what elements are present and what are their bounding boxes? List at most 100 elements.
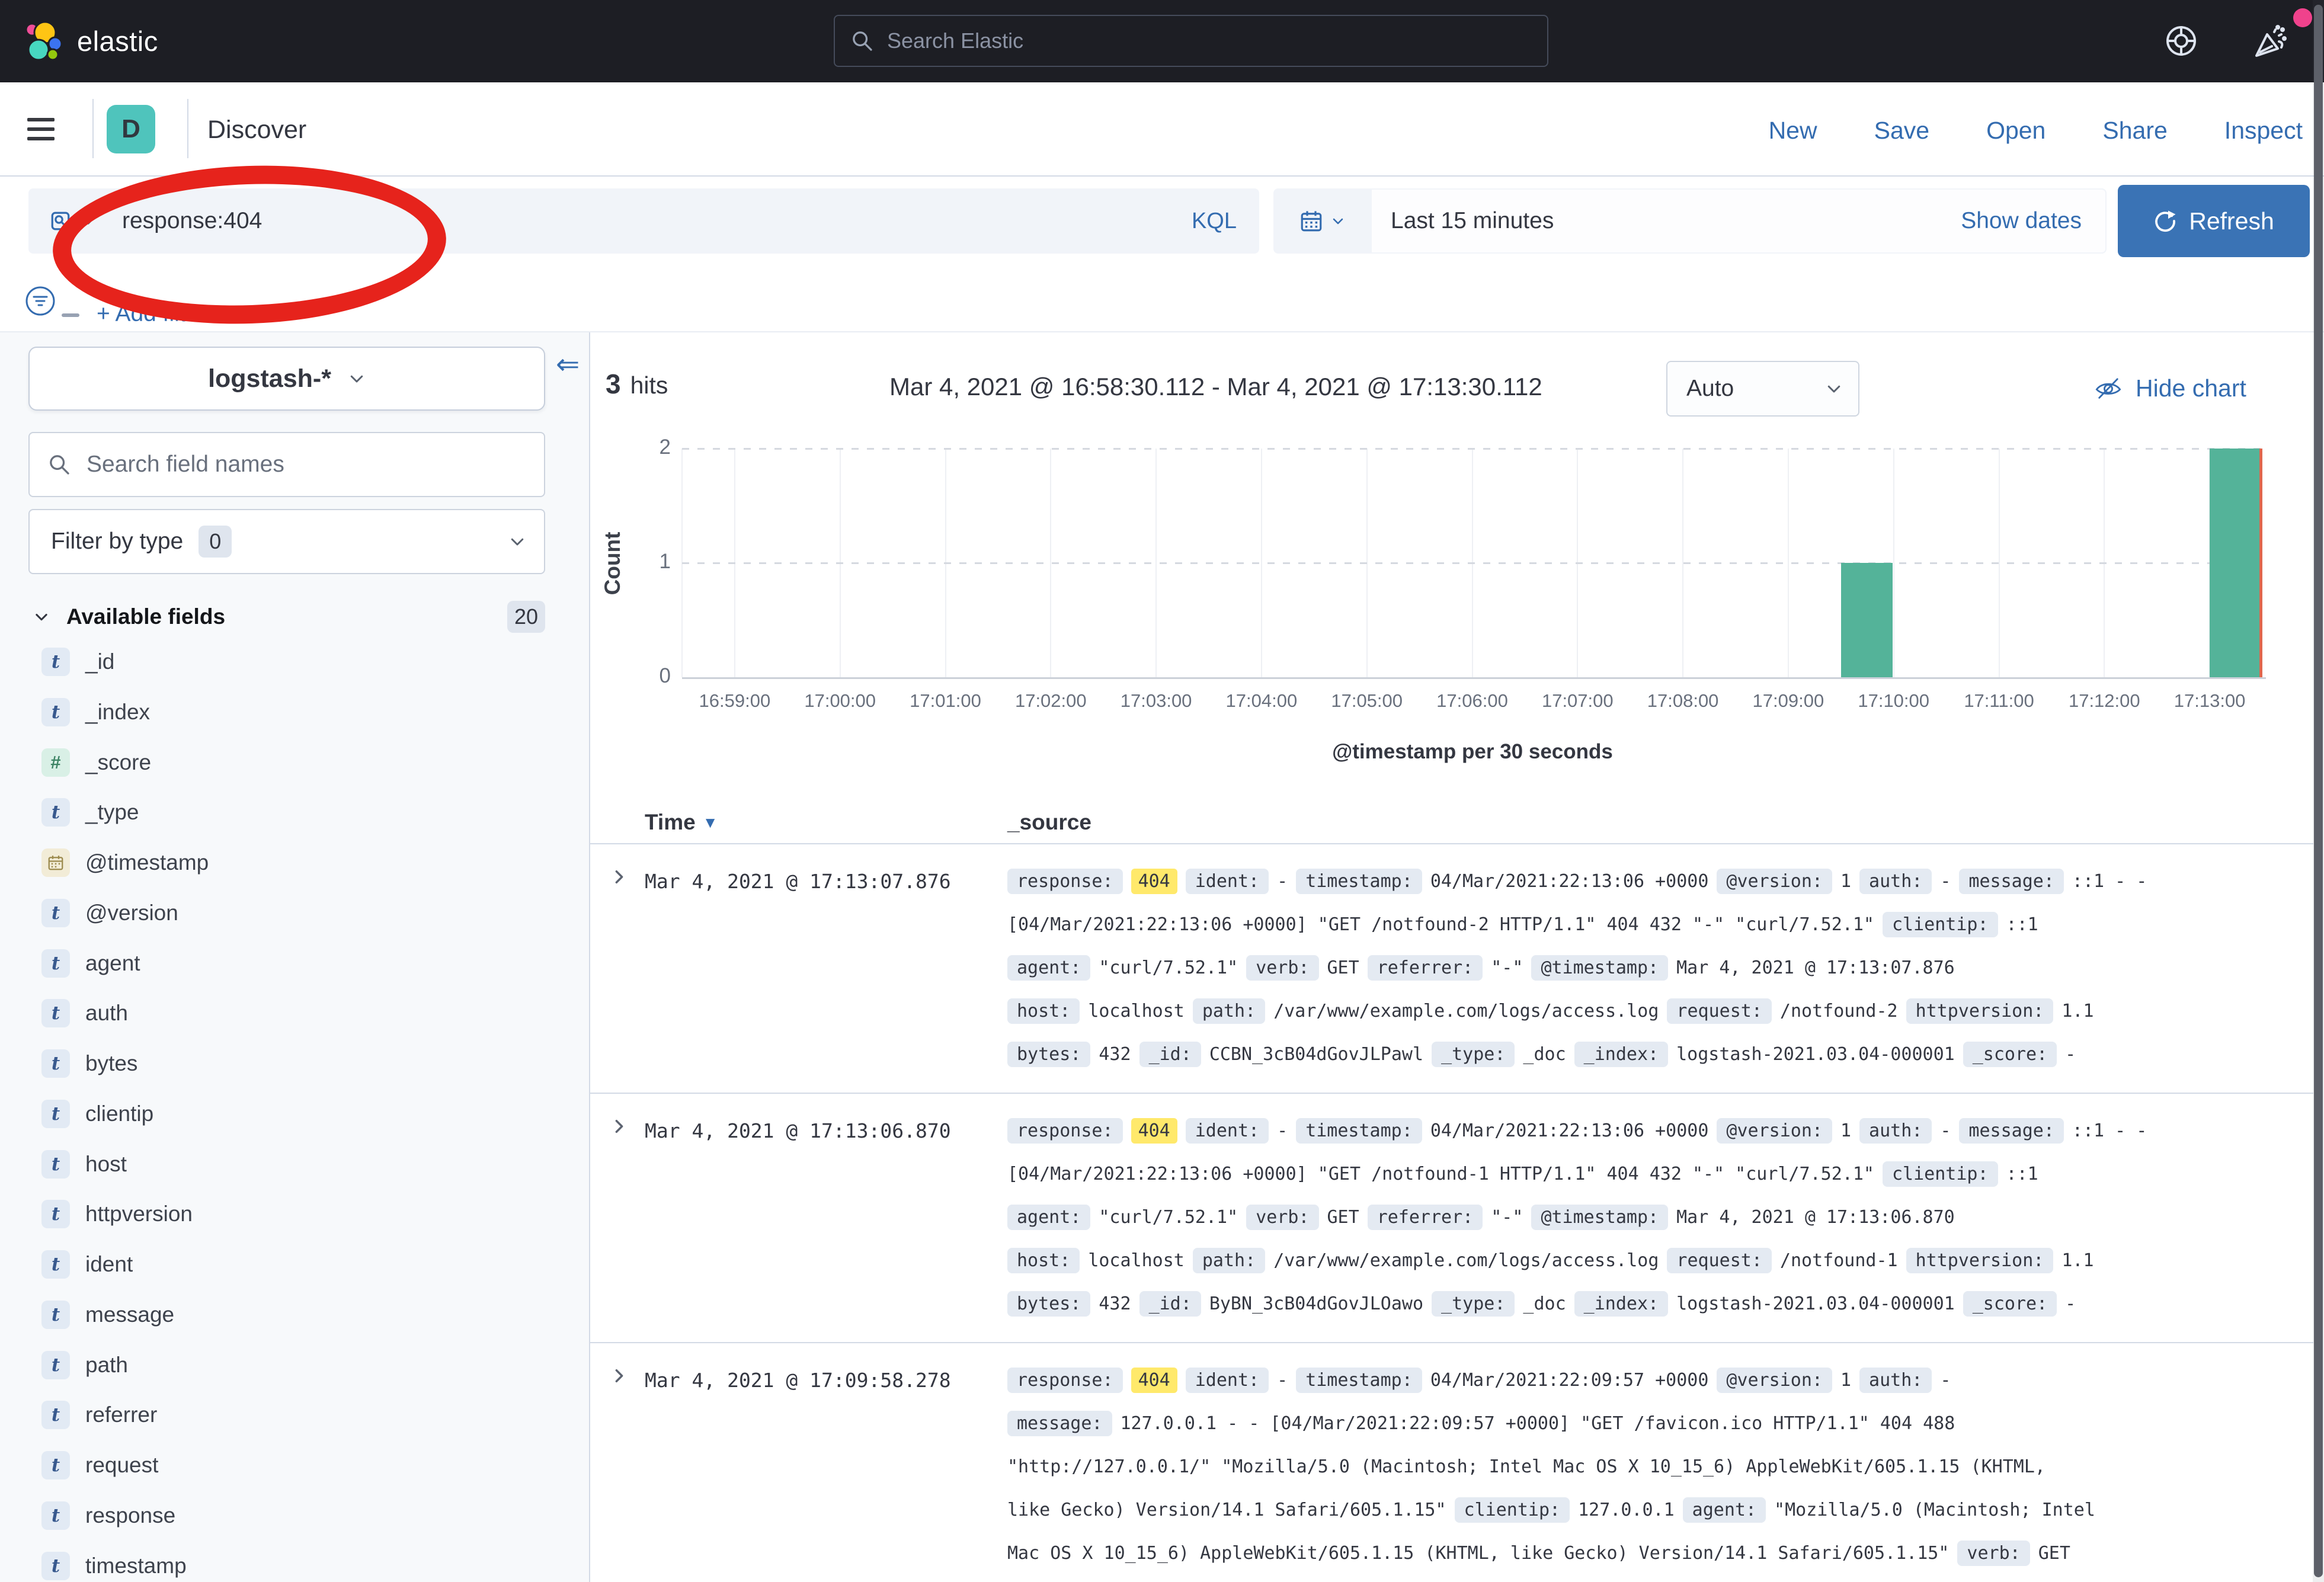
time-range-value[interactable]: Last 15 minutes: [1391, 208, 1554, 234]
elastic-logo[interactable]: elastic: [23, 20, 158, 62]
source-field-badge: @version:: [1717, 1118, 1832, 1144]
collapse-sidebar-icon[interactable]: ⇐: [556, 348, 580, 381]
source-field-badge: path:: [1193, 1248, 1265, 1273]
text-field-icon: t: [41, 1451, 70, 1479]
field-name: httpversion: [85, 1202, 193, 1226]
global-search-input[interactable]: Search Elastic: [834, 15, 1548, 67]
field-search-input[interactable]: Search field names: [28, 432, 545, 497]
source-value: 04/Mar/2021:22:09:57 +0000: [1430, 1370, 1709, 1391]
source-field-badge: _score:: [1963, 1291, 2057, 1317]
filter-icon[interactable]: [24, 284, 57, 318]
source-value: 1: [1840, 1370, 1851, 1391]
page-title: Discover: [207, 116, 306, 145]
source-value: GET: [1327, 957, 1359, 978]
y-axis-tick-label: 0: [621, 664, 671, 688]
search-icon: [47, 453, 71, 476]
expand-row-icon[interactable]: [610, 1367, 628, 1385]
available-fields-header[interactable]: Available fields 20: [33, 599, 545, 635]
source-value: 127.0.0.1 - - [04/Mar/2021:22:09:57 +000…: [1121, 1413, 1955, 1434]
index-pattern-select[interactable]: logstash-*: [28, 347, 545, 411]
help-icon[interactable]: [2164, 24, 2198, 58]
text-field-icon: t: [41, 698, 70, 726]
sort-desc-icon[interactable]: ▼: [703, 814, 718, 832]
field-item-response[interactable]: tresponse: [0, 1498, 590, 1533]
source-value: "curl/7.52.1": [1099, 1207, 1238, 1228]
histogram-bar[interactable]: [2210, 449, 2261, 677]
hide-chart-button[interactable]: Hide chart: [2094, 374, 2246, 402]
current-time-marker: [2259, 449, 2262, 677]
interval-select[interactable]: Auto: [1666, 361, 1859, 417]
save-button[interactable]: Save: [1874, 117, 1929, 145]
field-name: bytes: [85, 1051, 137, 1076]
source-value: -: [1940, 1120, 1951, 1141]
field-item-ident[interactable]: tident: [0, 1247, 590, 1282]
date-picker-button[interactable]: [1273, 188, 1371, 254]
expand-row-icon[interactable]: [610, 868, 628, 886]
column-header-time[interactable]: Time▼: [645, 810, 718, 835]
app-bar: D Discover New Save Open Share Inspect: [0, 82, 2324, 177]
menu-icon[interactable]: [27, 118, 55, 140]
field-item-request[interactable]: t request: [0, 1448, 590, 1483]
query-language-button[interactable]: KQL: [1192, 209, 1237, 234]
field-name: response: [85, 1503, 175, 1528]
discover-app-badge[interactable]: D: [107, 105, 155, 153]
new-button[interactable]: New: [1769, 117, 1817, 145]
field-item-path[interactable]: tpath: [0, 1347, 590, 1383]
field-name: _index: [85, 700, 150, 725]
field-item-@version[interactable]: t@version: [0, 895, 590, 931]
filter-by-type-select[interactable]: Filter by type 0: [28, 509, 545, 574]
elastic-logo-text: elastic: [77, 25, 158, 57]
field-item-referrer[interactable]: treferrer: [0, 1397, 590, 1433]
field-item-host[interactable]: thost: [0, 1147, 590, 1182]
query-text[interactable]: response:404: [122, 208, 262, 234]
query-input[interactable]: response:404 KQL: [28, 188, 1259, 254]
field-item-auth[interactable]: tauth: [0, 995, 590, 1031]
filter-drop-dash: [62, 313, 79, 317]
source-field-badge: httpversion:: [1906, 998, 2054, 1024]
inspect-button[interactable]: Inspect: [2224, 117, 2303, 145]
source-value: -: [2065, 1293, 2076, 1314]
chevron-down-icon: [33, 609, 50, 625]
source-field-badge: ident:: [1186, 869, 1269, 894]
expand-row-icon[interactable]: [610, 1117, 628, 1135]
refresh-button[interactable]: Refresh: [2118, 185, 2310, 257]
time-range-display[interactable]: Last 15 minutes Show dates: [1371, 188, 2107, 254]
field-item-bytes[interactable]: tbytes: [0, 1046, 590, 1081]
share-button[interactable]: Share: [2102, 117, 2167, 145]
text-field-icon: t: [41, 1200, 70, 1228]
field-item-agent[interactable]: tagent: [0, 946, 590, 981]
saved-query-icon[interactable]: [49, 209, 72, 233]
source-value: /var/www/example.com/logs/access.log: [1273, 1001, 1659, 1021]
scrollbar-thumb[interactable]: [2314, 5, 2323, 1577]
field-item-httpversion[interactable]: t httpversion: [0, 1196, 590, 1232]
field-name: request: [85, 1453, 158, 1478]
source-value: [04/Mar/2021:22:13:06 +0000] "GET /notfo…: [1007, 1164, 1874, 1184]
source-value: _doc: [1523, 1293, 1566, 1314]
discover-sidebar: logstash-* ⇐ Search field names Filter b…: [0, 332, 590, 1582]
field-item-message[interactable]: tmessage: [0, 1297, 590, 1333]
source-value: 04/Mar/2021:22:13:06 +0000: [1430, 871, 1709, 892]
show-dates-button[interactable]: Show dates: [1961, 208, 2082, 234]
field-item-_id[interactable]: t_id: [0, 644, 590, 680]
field-item-@timestamp[interactable]: @timestamp: [0, 845, 590, 880]
field-name: clientip: [85, 1101, 153, 1126]
row-source: response:404ident:-timestamp:04/Mar/2021…: [1007, 860, 2309, 1076]
source-value: 1.1: [2061, 1001, 2093, 1021]
source-value: 1.1: [2061, 1250, 2093, 1271]
field-item-_type[interactable]: t_type: [0, 795, 590, 830]
field-item-timestamp[interactable]: ttimestamp: [0, 1548, 590, 1582]
source-value: logstash-2021.03.04-000001: [1676, 1044, 1955, 1065]
open-button[interactable]: Open: [1986, 117, 2045, 145]
histogram-bar[interactable]: [1841, 563, 1893, 677]
index-pattern-name: logstash-*: [208, 364, 331, 393]
x-axis-tick-label: 17:08:00: [1647, 690, 1719, 712]
newsfeed-icon[interactable]: [2252, 24, 2288, 60]
field-item-clientip[interactable]: tclientip: [0, 1096, 590, 1132]
field-item-_score[interactable]: #_score: [0, 745, 590, 780]
add-filter-button[interactable]: + Add filter: [97, 301, 206, 327]
source-field-badge: response:: [1007, 1368, 1123, 1393]
notification-dot: [2293, 8, 2312, 27]
field-item-_index[interactable]: t _index: [0, 694, 590, 730]
hide-chart-label: Hide chart: [2136, 374, 2246, 402]
field-name: agent: [85, 951, 140, 976]
